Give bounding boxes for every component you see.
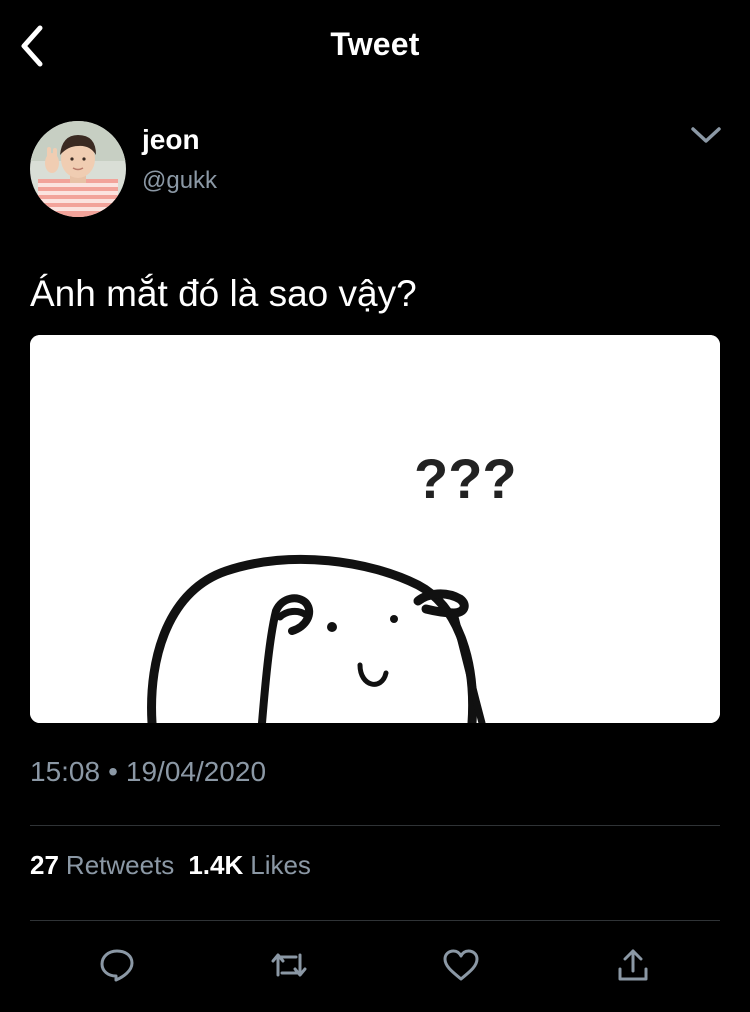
reply-button[interactable] <box>92 940 142 990</box>
share-icon <box>618 949 648 981</box>
tweet-timestamp: 15:08 • 19/04/2020 <box>30 756 266 788</box>
avatar[interactable] <box>30 121 126 217</box>
retweets-count: 27 <box>30 850 59 880</box>
chevron-down-icon <box>691 127 721 143</box>
likes-count: 1.4K <box>188 850 244 880</box>
tweet-stats: 27 Retweets 1.4K Likes <box>30 850 311 881</box>
retweets-label: Retweets <box>65 850 175 880</box>
user-avatar-photo <box>30 121 126 217</box>
action-bar <box>0 940 750 990</box>
share-button[interactable] <box>608 940 658 990</box>
meme-illustration: ??? <box>30 335 720 723</box>
likes-stat[interactable]: 1.4K Likes <box>188 850 311 881</box>
divider-top <box>30 825 720 826</box>
top-bar: Tweet <box>0 0 750 90</box>
retweets-stat[interactable]: 27 Retweets <box>30 850 174 881</box>
heart-icon <box>443 949 479 981</box>
author-handle: @gukk <box>142 167 218 194</box>
tweet-time: 15:08 <box>30 756 101 787</box>
tweet-text: Ánh mắt đó là sao vậy? <box>30 273 417 314</box>
meme-caption: ??? <box>414 447 517 510</box>
likes-label: Likes <box>250 850 311 880</box>
retweet-icon <box>271 953 307 977</box>
tweet-media-image[interactable]: ??? <box>30 335 720 723</box>
like-button[interactable] <box>436 940 486 990</box>
page-title: Tweet <box>330 26 420 62</box>
retweet-button[interactable] <box>264 940 314 990</box>
more-options-button[interactable] <box>684 118 728 154</box>
tweet-date: 19/04/2020 <box>125 756 267 787</box>
comment-icon <box>100 949 134 982</box>
author-name[interactable]: jeon <box>142 124 200 156</box>
timestamp-separator: • <box>108 756 118 787</box>
divider-bottom <box>30 920 720 921</box>
